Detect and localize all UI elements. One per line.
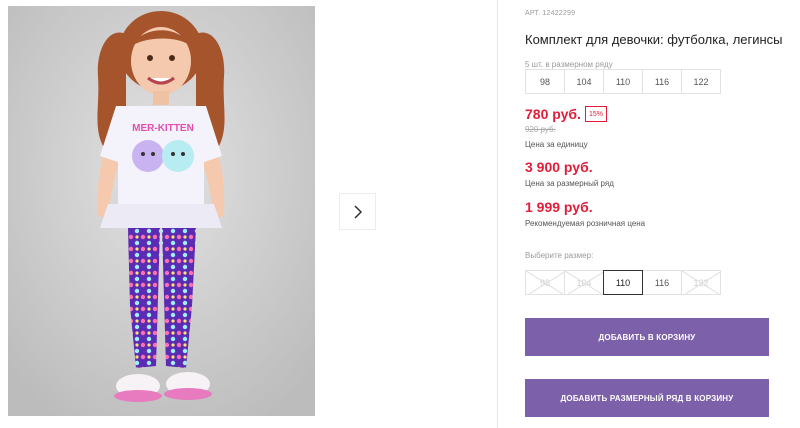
- add-size-row-to-cart-button[interactable]: ДОБАВИТЬ РАЗМЕРНЫЙ РЯД В КОРЗИНУ: [525, 379, 769, 417]
- size-option-98[interactable]: 98: [525, 270, 565, 295]
- size-row-item: 122: [681, 69, 721, 94]
- chevron-right-icon: [353, 204, 362, 219]
- size-row-price: 3 900 руб.: [525, 159, 593, 175]
- discount-badge: 15%: [585, 106, 607, 122]
- recommended-price-note: Рекомендуемая розничная цена: [525, 219, 646, 228]
- recommended-price: 1 999 руб.: [525, 199, 593, 215]
- size-row-item: 104: [564, 69, 604, 94]
- product-photo[interactable]: MER-KITTEN: [8, 6, 315, 416]
- strikethrough-icon: [565, 271, 603, 294]
- current-price: 780 руб.: [525, 106, 581, 122]
- size-option-122[interactable]: 122: [681, 270, 721, 295]
- product-gallery: MER-KITTEN: [0, 0, 498, 428]
- size-option-label: 116: [654, 277, 670, 288]
- strikethrough-icon: [682, 271, 720, 294]
- size-select-label: Выберите размер:: [525, 251, 594, 260]
- size-option-110[interactable]: 110: [603, 270, 643, 295]
- product-title: Комплект для девочки: футболка, легинсы: [525, 32, 783, 47]
- add-to-cart-button[interactable]: ДОБАВИТЬ В КОРЗИНУ: [525, 318, 769, 356]
- unit-price-note: Цена за единицу: [525, 140, 588, 149]
- old-price: 920 руб.: [525, 125, 556, 134]
- size-row-item: 116: [642, 69, 682, 94]
- size-row-note: 5 шт. в размерном ряду: [525, 60, 613, 69]
- size-row-price-note: Цена за размерный ряд: [525, 179, 614, 188]
- size-option-104[interactable]: 104: [564, 270, 604, 295]
- size-option-label: 110: [615, 277, 631, 288]
- shirt-print-text: MER-KITTEN: [132, 123, 194, 134]
- size-selector: 98 104 110 116 122: [525, 270, 721, 295]
- size-row-item: 98: [525, 69, 565, 94]
- article-number: АРТ. 12422299: [525, 10, 576, 17]
- size-row-list: 98 104 110 116 122: [525, 69, 721, 94]
- product-page: MER-KITTEN АРТ. 12422299 Комплект для де…: [0, 0, 800, 428]
- strikethrough-icon: [526, 271, 564, 294]
- size-row-item: 110: [603, 69, 643, 94]
- gallery-next-button[interactable]: [339, 193, 376, 230]
- size-option-116[interactable]: 116: [642, 270, 682, 295]
